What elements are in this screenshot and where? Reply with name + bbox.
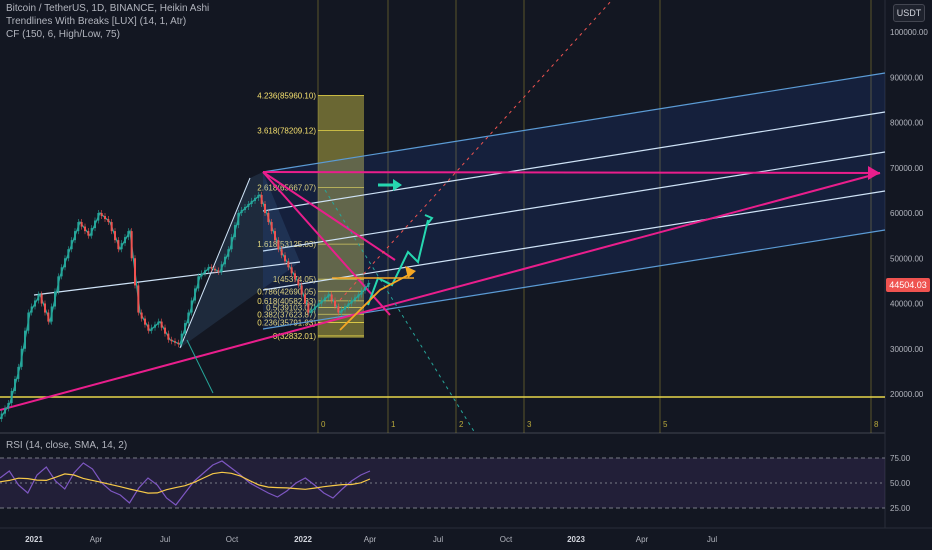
fib-time-label: 0	[321, 420, 326, 429]
currency-button[interactable]: USDT	[893, 4, 925, 22]
fib-time-label: 5	[663, 420, 668, 429]
time-tick-label: Oct	[226, 535, 239, 544]
time-tick-label: Apr	[636, 535, 649, 544]
price-tick-label: 40000.00	[890, 300, 924, 309]
rsi-tick-label: 75.00	[890, 454, 911, 463]
indicator-legend-2[interactable]: CF (150, 6, High/Low, 75)	[6, 29, 120, 41]
indicator-legend-1[interactable]: Trendlines With Breaks [LUX] (14, 1, Atr…	[6, 16, 186, 28]
time-tick-label: Oct	[500, 535, 513, 544]
price-tick-label: 70000.00	[890, 164, 924, 173]
fib-level-label: 0(32832.01)	[273, 332, 316, 341]
rsi-band	[0, 458, 885, 508]
time-tick-label: 2022	[294, 535, 312, 544]
magenta-horizontal-line[interactable]	[262, 171, 881, 174]
time-tick-label: Jul	[433, 535, 443, 544]
rsi-tick-label: 50.00	[890, 479, 911, 488]
chart-canvas[interactable]: 012358 4.236(85960.10)3.618(78209.12)2.6…	[0, 0, 932, 550]
fib-time-label: 1	[391, 420, 396, 429]
fib-time-label: 8	[874, 420, 879, 429]
price-axis[interactable]: 100000.00 90000.00 80000.00 70000.00 60000.0…	[890, 28, 928, 399]
rsi-tick-label: 25.00	[890, 504, 911, 513]
price-tick-label: 30000.00	[890, 345, 924, 354]
fib-time-label: 3	[527, 420, 532, 429]
time-tick-label: 2023	[567, 535, 585, 544]
time-tick-label: Jul	[707, 535, 717, 544]
symbol-legend[interactable]: Bitcoin / TetherUS, 1D, BINANCE, Heikin …	[6, 3, 209, 15]
rsi-legend[interactable]: RSI (14, close, SMA, 14, 2)	[6, 440, 127, 452]
time-tick-label: Jul	[160, 535, 170, 544]
rsi-axis[interactable]: 75.00 50.00 25.00	[890, 454, 911, 513]
time-tick-label: Apr	[364, 535, 377, 544]
fib-level-label: 3.618(78209.12)	[257, 127, 316, 136]
fib-time-label: 2	[459, 420, 464, 429]
price-tick-label: 80000.00	[890, 119, 924, 128]
price-tick-label: 60000.00	[890, 209, 924, 218]
time-tick-label: 2021	[25, 535, 43, 544]
fib-level-label: 4.236(85960.10)	[257, 92, 316, 101]
price-tick-label: 20000.00	[890, 390, 924, 399]
last-price-tag: 44504.03	[886, 278, 930, 292]
trendline-teal[interactable]	[186, 339, 214, 394]
time-axis[interactable]: 2021 Apr Jul Oct 2022 Apr Jul Oct 2023 Apr Jul	[25, 535, 717, 544]
price-tick-label: 50000.00	[890, 254, 924, 263]
price-tick-label: 100000.00	[890, 28, 928, 37]
time-tick-label: Apr	[90, 535, 103, 544]
price-tick-label: 90000.00	[890, 73, 924, 82]
